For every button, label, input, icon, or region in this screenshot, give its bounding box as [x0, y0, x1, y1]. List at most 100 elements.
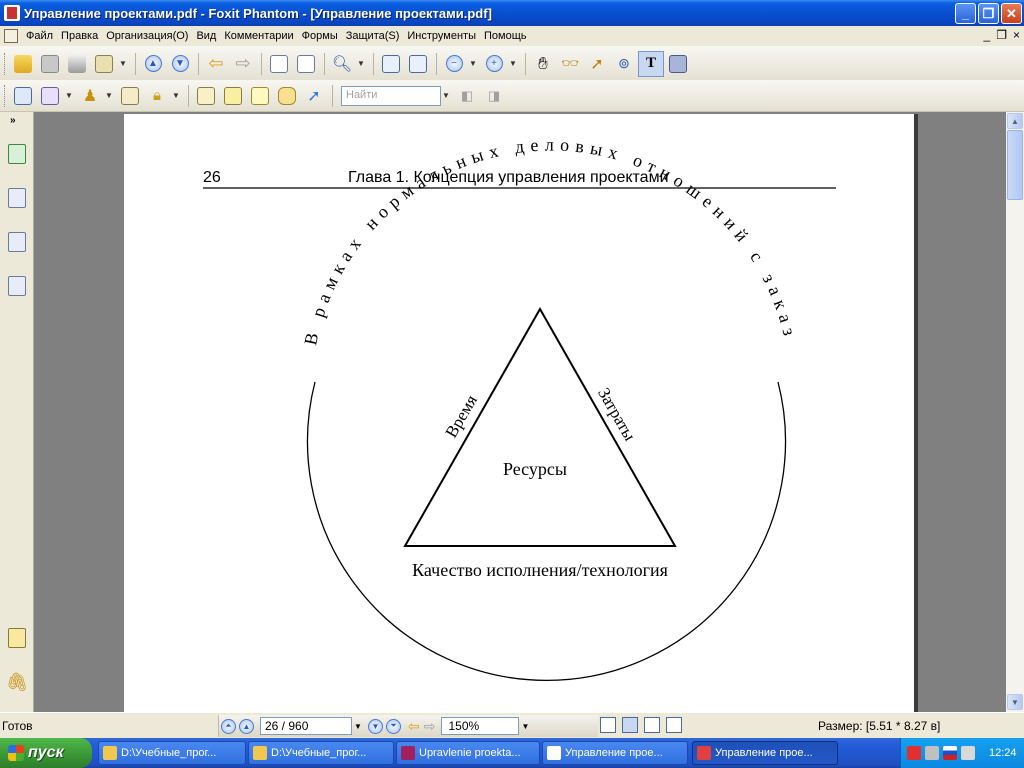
note-edit-button[interactable] — [193, 83, 219, 109]
zoom-in-dropdown-arrow[interactable]: ▼ — [508, 59, 518, 68]
bookmarks-panel-button[interactable] — [4, 140, 30, 168]
next-page-status-button[interactable]: ▼ — [368, 718, 383, 734]
find-dropdown-arrow[interactable]: ▼ — [441, 91, 451, 100]
security-dropdown-arrow[interactable]: ▼ — [171, 91, 181, 100]
taskbar-item[interactable]: D:\Учебные_прог... — [248, 741, 394, 765]
hand-tool-button[interactable]: ✋︎ — [530, 51, 556, 77]
find-tool-button[interactable]: ⊚ — [611, 51, 637, 77]
open-button[interactable] — [10, 51, 36, 77]
prev-page-button[interactable]: ▲ — [239, 718, 254, 734]
text-box-button[interactable] — [247, 83, 273, 109]
page-number-field[interactable]: 26 / 960 — [260, 717, 352, 735]
scroll-down-button[interactable]: ▼ — [1007, 694, 1023, 710]
zoom-dropdown-arrow[interactable]: ▼ — [519, 717, 531, 735]
save-button[interactable] — [37, 51, 63, 77]
zoom-out-button[interactable]: − — [441, 51, 467, 77]
loupe-tool-button[interactable]: 👓︎ — [557, 51, 583, 77]
document-menu-icon[interactable] — [4, 29, 18, 43]
facing-icon[interactable] — [644, 717, 660, 733]
expand-panel-icon[interactable]: » — [10, 115, 16, 126]
start-button[interactable]: пуск — [0, 738, 92, 768]
layers-panel-button[interactable] — [4, 272, 30, 300]
zoom-field[interactable]: 150% — [441, 717, 520, 735]
continuous-facing-icon[interactable] — [666, 717, 682, 733]
document-view[interactable]: 26 Глава 1. Концепция управления проекта… — [34, 112, 1006, 712]
stamp-button[interactable]: ♟ — [77, 83, 103, 109]
find-input[interactable]: Найти — [341, 85, 441, 106]
highlight-button[interactable] — [220, 83, 246, 109]
taskbar-item[interactable]: Upravlenie proekta... — [396, 741, 540, 765]
document-restore-button[interactable]: ❐ — [996, 28, 1007, 42]
menu-comments[interactable]: Комментарии — [220, 30, 297, 42]
bookmark-icon — [8, 144, 26, 164]
toolbar-grip[interactable] — [4, 84, 7, 107]
minimize-button[interactable]: _ — [955, 3, 976, 24]
arrow-tool-button[interactable]: ➚ — [301, 83, 327, 109]
volume-icon[interactable] — [961, 746, 975, 760]
zoom-out-dropdown-arrow[interactable]: ▼ — [468, 59, 478, 68]
forward-button[interactable]: ⇨ — [230, 51, 256, 77]
email-dropdown-arrow[interactable]: ▼ — [118, 59, 128, 68]
last-page-button[interactable]: ⏷ — [386, 718, 401, 734]
foxit-app-icon[interactable] — [4, 5, 20, 21]
page-dropdown-arrow[interactable]: ▼ — [352, 717, 364, 735]
print-button[interactable] — [64, 51, 90, 77]
toolbar-grip[interactable] — [4, 52, 7, 75]
menu-tools[interactable]: Инструменты — [403, 30, 480, 42]
taskbar-item[interactable]: D:\Учебные_прог... — [98, 741, 246, 765]
attachments-panel-button[interactable]: 🖇︎ — [4, 668, 30, 696]
insert-page-button[interactable] — [266, 51, 292, 77]
email-button[interactable] — [91, 51, 117, 77]
monitor-icon[interactable] — [925, 746, 939, 760]
select-tool-button[interactable]: ➚ — [584, 51, 610, 77]
page-navigation: ⏶ ▲ 26 / 960 ▼ ▼ ⏷ ⇦ ⇨ 150% ▼ — [218, 715, 598, 737]
signatures-panel-button[interactable] — [4, 228, 30, 256]
taskbar-item[interactable]: Управление прое... — [542, 741, 688, 765]
extract-page-button[interactable] — [293, 51, 319, 77]
first-page-button[interactable]: ⏶ — [221, 718, 236, 734]
menu-organize[interactable]: Организация(O) — [102, 30, 192, 42]
comment-note-button[interactable] — [274, 83, 300, 109]
previous-page-button[interactable]: ▲ — [140, 51, 166, 77]
pages-panel-button[interactable] — [4, 184, 30, 212]
typewriter-button[interactable] — [37, 83, 63, 109]
close-button[interactable]: ✕ — [1001, 3, 1022, 24]
select-text-button[interactable]: T — [638, 50, 664, 77]
menu-edit[interactable]: Правка — [57, 30, 102, 42]
fit-width-button[interactable] — [405, 51, 431, 77]
fit-page-button[interactable] — [378, 51, 404, 77]
scroll-thumb[interactable] — [1007, 130, 1023, 200]
typewriter-dropdown-arrow[interactable]: ▼ — [64, 91, 74, 100]
snapshot-button[interactable] — [665, 51, 691, 77]
back-arrow-icon[interactable]: ⇦ — [408, 718, 420, 735]
menu-help[interactable]: Помощь — [480, 30, 531, 42]
restore-button[interactable]: ❐ — [978, 3, 999, 24]
taskbar-item-active[interactable]: Управление прое... — [692, 741, 838, 765]
arrow-left-icon: ⇦ — [208, 53, 224, 73]
rectangle-tool-button[interactable] — [10, 83, 36, 109]
vertical-scrollbar[interactable]: ▲ ▼ — [1006, 112, 1024, 712]
document-close-button[interactable]: × — [1013, 28, 1020, 42]
menu-forms[interactable]: Формы — [298, 30, 342, 42]
scroll-up-button[interactable]: ▲ — [1007, 113, 1023, 129]
find-next-button[interactable]: ◨ — [481, 83, 507, 109]
single-page-icon[interactable] — [600, 717, 616, 733]
continuous-icon[interactable] — [622, 717, 638, 733]
back-button[interactable]: ⇦ — [203, 51, 229, 77]
zoom-tool-dropdown-arrow[interactable]: ▼ — [356, 59, 366, 68]
sign-button[interactable] — [117, 83, 143, 109]
comments-panel-button[interactable] — [4, 624, 30, 652]
zoom-in-button[interactable]: + — [481, 51, 507, 77]
find-previous-button[interactable]: ◧ — [454, 83, 480, 109]
menu-file[interactable]: Файл — [22, 30, 57, 42]
menu-protect[interactable]: Защита(S) — [342, 30, 404, 42]
network-icon[interactable] — [907, 746, 921, 760]
stamp-dropdown-arrow[interactable]: ▼ — [104, 91, 114, 100]
menu-view[interactable]: Вид — [192, 30, 220, 42]
forward-arrow-icon[interactable]: ⇨ — [424, 718, 436, 735]
zoom-tool-button[interactable]: 🔍︎ — [329, 51, 355, 77]
language-icon[interactable] — [943, 746, 957, 760]
document-minimize-button[interactable]: _ — [984, 28, 991, 42]
security-button[interactable]: 🔒︎ — [144, 83, 170, 109]
next-page-button[interactable]: ▼ — [167, 51, 193, 77]
